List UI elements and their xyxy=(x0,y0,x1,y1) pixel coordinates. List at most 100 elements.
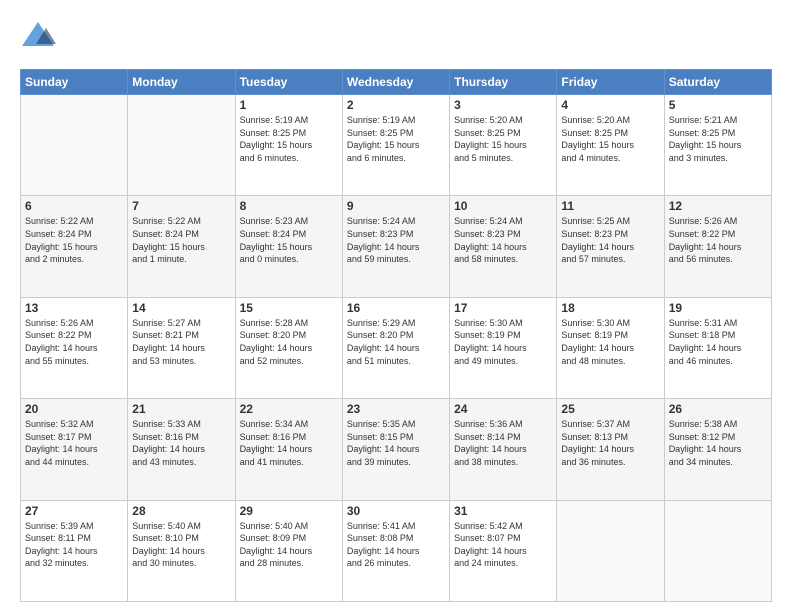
week-row-3: 13 Sunrise: 5:26 AM Sunset: 8:22 PM Dayli… xyxy=(21,297,772,398)
day-cell: 1 Sunrise: 5:19 AM Sunset: 8:25 PM Daylig… xyxy=(235,95,342,196)
day-cell: 14 Sunrise: 5:27 AM Sunset: 8:21 PM Dayli… xyxy=(128,297,235,398)
page: Sunday Monday Tuesday Wednesday Thursday… xyxy=(0,0,792,612)
calendar-table: Sunday Monday Tuesday Wednesday Thursday… xyxy=(20,69,772,602)
day-number: 14 xyxy=(132,301,230,315)
day-cell: 3 Sunrise: 5:20 AM Sunset: 8:25 PM Daylig… xyxy=(450,95,557,196)
day-number: 25 xyxy=(561,402,659,416)
day-info: Sunrise: 5:36 AM Sunset: 8:14 PM Dayligh… xyxy=(454,418,552,468)
day-cell: 6Sunrise: 5:22 AM Sunset: 8:24 PM Daylig… xyxy=(21,196,128,297)
day-info: Sunrise: 5:40 AM Sunset: 8:10 PM Dayligh… xyxy=(132,520,230,570)
day-number: 16 xyxy=(347,301,445,315)
day-cell: 25 Sunrise: 5:37 AM Sunset: 8:13 PM Dayli… xyxy=(557,399,664,500)
day-cell: 29 Sunrise: 5:40 AM Sunset: 8:09 PM Dayli… xyxy=(235,500,342,601)
week-row-4: 20Sunrise: 5:32 AM Sunset: 8:17 PM Dayli… xyxy=(21,399,772,500)
day-cell: 13 Sunrise: 5:26 AM Sunset: 8:22 PM Dayli… xyxy=(21,297,128,398)
day-info: Sunrise: 5:21 AM Sunset: 8:25 PM Dayligh… xyxy=(669,114,767,164)
day-number: 2 xyxy=(347,98,445,112)
day-number: 12 xyxy=(669,199,767,213)
col-thursday: Thursday xyxy=(450,70,557,95)
day-info: Sunrise: 5:31 AM Sunset: 8:18 PM Dayligh… xyxy=(669,317,767,367)
day-info: Sunrise: 5:28 AM Sunset: 8:20 PM Dayligh… xyxy=(240,317,338,367)
day-cell: 8Sunrise: 5:23 AM Sunset: 8:24 PM Daylig… xyxy=(235,196,342,297)
day-cell: 12Sunrise: 5:26 AM Sunset: 8:22 PM Dayli… xyxy=(664,196,771,297)
day-info: Sunrise: 5:40 AM Sunset: 8:09 PM Dayligh… xyxy=(240,520,338,570)
day-cell: 2 Sunrise: 5:19 AM Sunset: 8:25 PM Daylig… xyxy=(342,95,449,196)
day-number: 13 xyxy=(25,301,123,315)
day-cell: 17 Sunrise: 5:30 AM Sunset: 8:19 PM Dayli… xyxy=(450,297,557,398)
day-cell: 30Sunrise: 5:41 AM Sunset: 8:08 PM Dayli… xyxy=(342,500,449,601)
day-info: Sunrise: 5:33 AM Sunset: 8:16 PM Dayligh… xyxy=(132,418,230,468)
logo-icon xyxy=(20,18,56,59)
day-info: Sunrise: 5:20 AM Sunset: 8:25 PM Dayligh… xyxy=(454,114,552,164)
day-number: 27 xyxy=(25,504,123,518)
day-cell: 21 Sunrise: 5:33 AM Sunset: 8:16 PM Dayli… xyxy=(128,399,235,500)
day-number: 3 xyxy=(454,98,552,112)
header xyxy=(20,18,772,59)
day-number: 26 xyxy=(669,402,767,416)
day-info: Sunrise: 5:35 AM Sunset: 8:15 PM Dayligh… xyxy=(347,418,445,468)
day-info: Sunrise: 5:24 AM Sunset: 8:23 PM Dayligh… xyxy=(454,215,552,265)
logo xyxy=(20,18,60,59)
day-info: Sunrise: 5:26 AM Sunset: 8:22 PM Dayligh… xyxy=(25,317,123,367)
day-cell: 15 Sunrise: 5:28 AM Sunset: 8:20 PM Dayli… xyxy=(235,297,342,398)
day-info: Sunrise: 5:29 AM Sunset: 8:20 PM Dayligh… xyxy=(347,317,445,367)
calendar-header: Sunday Monday Tuesday Wednesday Thursday… xyxy=(21,70,772,95)
day-cell xyxy=(128,95,235,196)
day-cell: 24 Sunrise: 5:36 AM Sunset: 8:14 PM Dayli… xyxy=(450,399,557,500)
day-cell: 4 Sunrise: 5:20 AM Sunset: 8:25 PM Daylig… xyxy=(557,95,664,196)
day-number: 11 xyxy=(561,199,659,213)
day-number: 28 xyxy=(132,504,230,518)
day-number: 23 xyxy=(347,402,445,416)
day-info: Sunrise: 5:42 AM Sunset: 8:07 PM Dayligh… xyxy=(454,520,552,570)
day-info: Sunrise: 5:32 AM Sunset: 8:17 PM Dayligh… xyxy=(25,418,123,468)
day-number: 4 xyxy=(561,98,659,112)
day-cell: 22 Sunrise: 5:34 AM Sunset: 8:16 PM Dayli… xyxy=(235,399,342,500)
day-info: Sunrise: 5:20 AM Sunset: 8:25 PM Dayligh… xyxy=(561,114,659,164)
day-info: Sunrise: 5:30 AM Sunset: 8:19 PM Dayligh… xyxy=(454,317,552,367)
day-number: 1 xyxy=(240,98,338,112)
day-cell: 20Sunrise: 5:32 AM Sunset: 8:17 PM Dayli… xyxy=(21,399,128,500)
week-row-1: 1 Sunrise: 5:19 AM Sunset: 8:25 PM Daylig… xyxy=(21,95,772,196)
day-info: Sunrise: 5:38 AM Sunset: 8:12 PM Dayligh… xyxy=(669,418,767,468)
day-cell: 27 Sunrise: 5:39 AM Sunset: 8:11 PM Dayli… xyxy=(21,500,128,601)
day-info: Sunrise: 5:41 AM Sunset: 8:08 PM Dayligh… xyxy=(347,520,445,570)
day-number: 18 xyxy=(561,301,659,315)
col-monday: Monday xyxy=(128,70,235,95)
day-number: 17 xyxy=(454,301,552,315)
week-row-2: 6Sunrise: 5:22 AM Sunset: 8:24 PM Daylig… xyxy=(21,196,772,297)
day-info: Sunrise: 5:39 AM Sunset: 8:11 PM Dayligh… xyxy=(25,520,123,570)
day-cell: 5Sunrise: 5:21 AM Sunset: 8:25 PM Daylig… xyxy=(664,95,771,196)
col-tuesday: Tuesday xyxy=(235,70,342,95)
day-info: Sunrise: 5:25 AM Sunset: 8:23 PM Dayligh… xyxy=(561,215,659,265)
day-cell xyxy=(664,500,771,601)
day-info: Sunrise: 5:24 AM Sunset: 8:23 PM Dayligh… xyxy=(347,215,445,265)
day-number: 19 xyxy=(669,301,767,315)
day-number: 22 xyxy=(240,402,338,416)
day-cell: 19 Sunrise: 5:31 AM Sunset: 8:18 PM Dayli… xyxy=(664,297,771,398)
day-cell: 16 Sunrise: 5:29 AM Sunset: 8:20 PM Dayli… xyxy=(342,297,449,398)
day-number: 29 xyxy=(240,504,338,518)
day-cell: 7Sunrise: 5:22 AM Sunset: 8:24 PM Daylig… xyxy=(128,196,235,297)
day-info: Sunrise: 5:30 AM Sunset: 8:19 PM Dayligh… xyxy=(561,317,659,367)
day-cell: 23 Sunrise: 5:35 AM Sunset: 8:15 PM Dayli… xyxy=(342,399,449,500)
day-info: Sunrise: 5:19 AM Sunset: 8:25 PM Dayligh… xyxy=(240,114,338,164)
day-info: Sunrise: 5:27 AM Sunset: 8:21 PM Dayligh… xyxy=(132,317,230,367)
day-number: 10 xyxy=(454,199,552,213)
day-cell: 9Sunrise: 5:24 AM Sunset: 8:23 PM Daylig… xyxy=(342,196,449,297)
day-number: 8 xyxy=(240,199,338,213)
day-cell: 31 Sunrise: 5:42 AM Sunset: 8:07 PM Dayli… xyxy=(450,500,557,601)
day-number: 24 xyxy=(454,402,552,416)
day-number: 15 xyxy=(240,301,338,315)
day-info: Sunrise: 5:19 AM Sunset: 8:25 PM Dayligh… xyxy=(347,114,445,164)
day-info: Sunrise: 5:34 AM Sunset: 8:16 PM Dayligh… xyxy=(240,418,338,468)
col-friday: Friday xyxy=(557,70,664,95)
col-wednesday: Wednesday xyxy=(342,70,449,95)
day-cell: 26 Sunrise: 5:38 AM Sunset: 8:12 PM Dayli… xyxy=(664,399,771,500)
day-number: 31 xyxy=(454,504,552,518)
day-cell xyxy=(557,500,664,601)
day-cell: 18 Sunrise: 5:30 AM Sunset: 8:19 PM Dayli… xyxy=(557,297,664,398)
day-info: Sunrise: 5:37 AM Sunset: 8:13 PM Dayligh… xyxy=(561,418,659,468)
header-row: Sunday Monday Tuesday Wednesday Thursday… xyxy=(21,70,772,95)
day-number: 21 xyxy=(132,402,230,416)
day-info: Sunrise: 5:22 AM Sunset: 8:24 PM Dayligh… xyxy=(132,215,230,265)
